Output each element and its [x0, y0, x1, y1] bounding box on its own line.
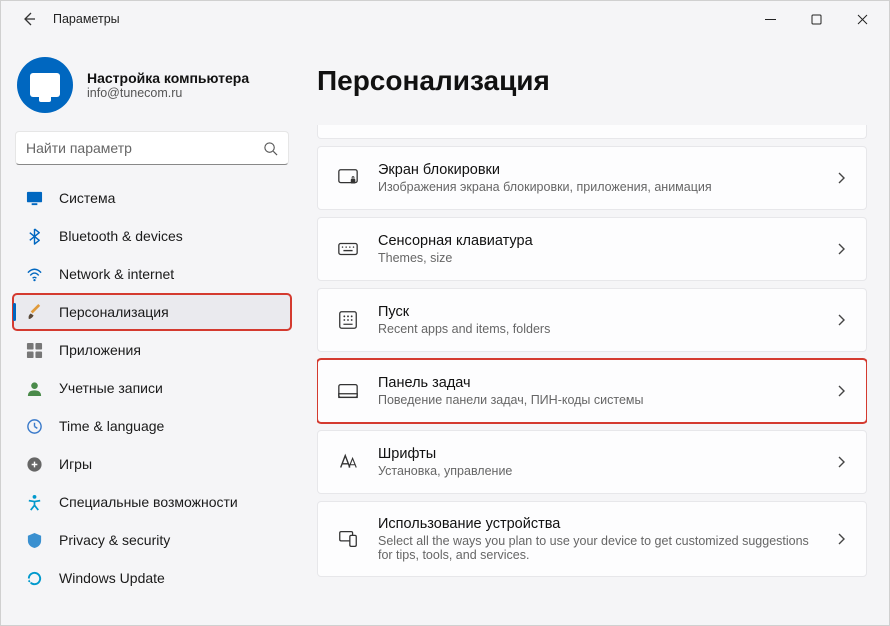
search-input[interactable]: Найти параметр	[15, 131, 289, 165]
brush-icon	[25, 303, 43, 321]
sidebar-item-apps[interactable]: Приложения	[13, 332, 291, 368]
nav-list: Система Bluetooth & devices Network & in…	[1, 175, 303, 601]
sidebar-item-network[interactable]: Network & internet	[13, 256, 291, 292]
chevron-right-icon	[834, 171, 848, 185]
card-title: Использование устройства	[378, 516, 816, 532]
close-button[interactable]	[839, 3, 885, 35]
sidebar-item-label: Приложения	[59, 342, 141, 358]
sidebar-item-label: Специальные возможности	[59, 494, 238, 510]
sidebar-item-time[interactable]: Time & language	[13, 408, 291, 444]
sidebar-item-label: Privacy & security	[59, 532, 170, 548]
sidebar-item-label: Network & internet	[59, 266, 174, 282]
card-start[interactable]: Пуск Recent apps and items, folders	[317, 288, 867, 352]
card-deviceusage[interactable]: Использование устройства Select all the …	[317, 501, 867, 577]
main-content: Персонализация Экран блокировки Изображе…	[303, 37, 889, 625]
card-subtitle: Recent apps and items, folders	[378, 322, 816, 336]
card-subtitle: Themes, size	[378, 251, 816, 265]
accessibility-icon	[25, 493, 43, 511]
account-block[interactable]: Настройка компьютера info@tunecom.ru	[1, 47, 303, 131]
card-partial[interactable]	[317, 125, 867, 139]
sidebar-item-label: Time & language	[59, 418, 164, 434]
sidebar-item-privacy[interactable]: Privacy & security	[13, 522, 291, 558]
sidebar-item-label: Персонализация	[59, 304, 169, 320]
card-title: Пуск	[378, 304, 816, 320]
card-taskbar[interactable]: Панель задач Поведение панели задач, ПИН…	[317, 359, 867, 423]
search-placeholder: Найти параметр	[26, 140, 263, 156]
card-title: Шрифты	[378, 446, 816, 462]
globe-clock-icon	[25, 417, 43, 435]
account-email: info@tunecom.ru	[87, 86, 249, 100]
titlebar: Параметры	[1, 1, 889, 37]
wifi-icon	[25, 265, 43, 283]
sidebar-item-label: Bluetooth & devices	[59, 228, 183, 244]
monitor-icon	[30, 73, 60, 97]
sidebar-item-personalization[interactable]: Персонализация	[13, 294, 291, 330]
chevron-right-icon	[834, 455, 848, 469]
lockscreen-icon	[336, 166, 360, 190]
fonts-icon	[336, 450, 360, 474]
search-icon	[263, 141, 278, 156]
system-icon	[25, 189, 43, 207]
card-title: Панель задач	[378, 375, 816, 391]
sidebar: Настройка компьютера info@tunecom.ru Най…	[1, 37, 303, 625]
sidebar-item-update[interactable]: Windows Update	[13, 560, 291, 596]
card-subtitle: Установка, управление	[378, 464, 816, 478]
sidebar-item-label: Windows Update	[59, 570, 165, 586]
account-name: Настройка компьютера	[87, 70, 249, 86]
deviceusage-icon	[336, 527, 360, 551]
card-title: Сенсорная клавиатура	[378, 233, 816, 249]
maximize-button[interactable]	[793, 3, 839, 35]
gaming-icon	[25, 455, 43, 473]
sidebar-item-accounts[interactable]: Учетные записи	[13, 370, 291, 406]
apps-icon	[25, 341, 43, 359]
start-icon	[336, 308, 360, 332]
chevron-right-icon	[834, 313, 848, 327]
taskbar-icon	[336, 379, 360, 403]
shield-icon	[25, 531, 43, 549]
chevron-right-icon	[834, 384, 848, 398]
sidebar-item-label: Учетные записи	[59, 380, 163, 396]
bluetooth-icon	[25, 227, 43, 245]
card-subtitle: Поведение панели задач, ПИН-коды системы	[378, 393, 816, 407]
sidebar-item-label: Система	[59, 190, 115, 206]
chevron-right-icon	[834, 532, 848, 546]
card-touchkeyboard[interactable]: Сенсорная клавиатура Themes, size	[317, 217, 867, 281]
update-icon	[25, 569, 43, 587]
page-title: Персонализация	[317, 65, 867, 97]
sidebar-item-label: Игры	[59, 456, 92, 472]
card-title: Экран блокировки	[378, 162, 816, 178]
chevron-right-icon	[834, 242, 848, 256]
card-fonts[interactable]: Шрифты Установка, управление	[317, 430, 867, 494]
person-icon	[25, 379, 43, 397]
window-title: Параметры	[53, 12, 120, 26]
avatar	[17, 57, 73, 113]
minimize-button[interactable]	[747, 3, 793, 35]
card-subtitle: Select all the ways you plan to use your…	[378, 534, 816, 562]
card-lockscreen[interactable]: Экран блокировки Изображения экрана блок…	[317, 146, 867, 210]
sidebar-item-gaming[interactable]: Игры	[13, 446, 291, 482]
sidebar-item-accessibility[interactable]: Специальные возможности	[13, 484, 291, 520]
back-button[interactable]	[19, 9, 39, 29]
sidebar-item-system[interactable]: Система	[13, 180, 291, 216]
keyboard-icon	[336, 237, 360, 261]
card-subtitle: Изображения экрана блокировки, приложени…	[378, 180, 816, 194]
sidebar-item-bluetooth[interactable]: Bluetooth & devices	[13, 218, 291, 254]
